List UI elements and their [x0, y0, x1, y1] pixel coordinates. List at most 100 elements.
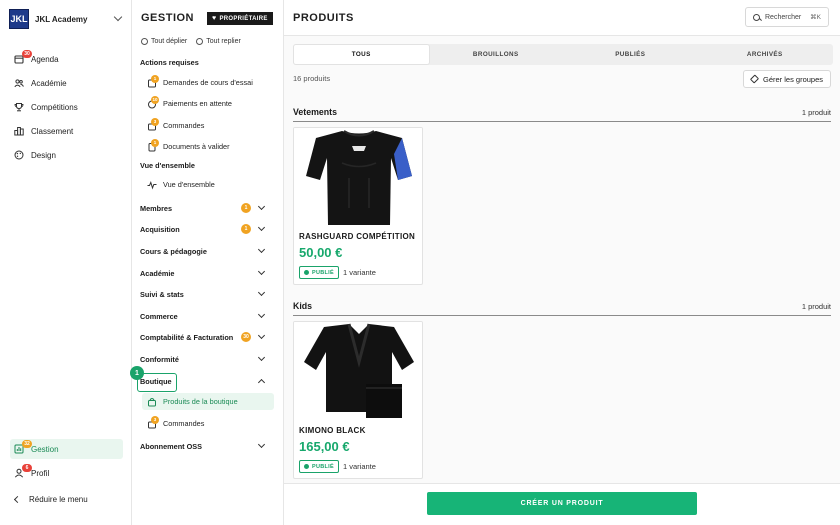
sidebar-item-label: Compétitions: [31, 102, 78, 112]
academy-logo: JKL: [9, 9, 29, 29]
tab-archives[interactable]: ARCHIVÉS: [698, 45, 833, 64]
action-item-documents[interactable]: 1 Documents à valider: [147, 138, 275, 155]
search-button[interactable]: Rechercher ⌘K: [745, 7, 829, 27]
action-item-trial-requests[interactable]: 1 Demandes de cours d'essai: [147, 74, 275, 91]
boutique-item-commandes[interactable]: 3 Commandes: [147, 415, 275, 432]
ranking-icon: [14, 126, 24, 136]
tab-brouillons[interactable]: BROUILLONS: [429, 45, 564, 64]
overview-label: Vue d'ensemble: [163, 180, 215, 189]
action-item-orders[interactable]: 3 Commandes: [147, 117, 275, 134]
profil-badge: 6: [22, 464, 32, 472]
section-comptabilite[interactable]: Comptabilité & Facturation 30: [140, 330, 270, 344]
action-label: Demandes de cours d'essai: [163, 78, 253, 87]
section-label: Comptabilité & Facturation: [140, 332, 234, 342]
search-shortcut: ⌘K: [810, 14, 821, 21]
product-variants: 1 variante: [343, 462, 376, 471]
chart-icon: 32: [14, 440, 32, 454]
boutique-item-produits[interactable]: Produits de la boutique: [142, 393, 274, 410]
shopping-bag-icon: [147, 397, 157, 407]
section-label: Suivi & stats: [140, 289, 184, 299]
category-title: Vetements: [293, 107, 338, 117]
status-label: PUBLIÉ: [312, 463, 334, 470]
chevron-down-icon: [257, 288, 266, 297]
section-commerce[interactable]: Commerce: [140, 309, 270, 323]
sidebar-item-label: Profil: [31, 468, 50, 478]
chevron-up-icon: [257, 378, 266, 387]
sidebar-item-label: Académie: [31, 78, 67, 88]
panel-title: GESTION: [141, 12, 195, 24]
sidebar-item-gestion[interactable]: 32 Gestion: [10, 439, 123, 459]
expand-all-button[interactable]: Tout déplier: [141, 38, 187, 45]
product-card[interactable]: KIMONO BLACK 165,00 € PUBLIÉ 1 variante: [293, 321, 423, 479]
sidebar-item-label: Gestion: [31, 444, 59, 454]
section-label: Commerce: [140, 311, 178, 321]
collapse-icon: [196, 38, 204, 45]
section-suivi[interactable]: Suivi & stats: [140, 287, 270, 301]
gestion-panel: GESTION ♥ PROPRIÉTAIRE Tout déplier Tout…: [132, 0, 284, 525]
manage-groups-button[interactable]: Gérer les groupes: [743, 70, 831, 88]
status-dot-icon: [304, 270, 309, 275]
search-label: Rechercher: [765, 13, 802, 21]
step-marker: 1: [130, 366, 144, 380]
trophy-icon: [14, 102, 24, 112]
overview-item[interactable]: Vue d'ensemble: [147, 176, 275, 193]
sidebar-item-agenda[interactable]: 30 Agenda: [10, 49, 123, 69]
owner-badge-label: PROPRIÉTAIRE: [219, 15, 268, 22]
collapse-menu-label: Réduire le menu: [29, 495, 88, 504]
orders-icon: 3: [147, 415, 159, 429]
expand-icon: [141, 38, 148, 45]
academy-switcher[interactable]: JKL JKL Academy: [9, 9, 129, 29]
product-name: KIMONO BLACK: [299, 426, 366, 435]
create-product-button[interactable]: CRÉER UN PRODUIT: [427, 492, 697, 515]
chevron-down-icon: [257, 440, 266, 449]
section-conformite[interactable]: Conformité: [140, 352, 270, 366]
collapse-menu-button[interactable]: Réduire le menu: [12, 495, 88, 504]
sidebar-item-academie[interactable]: Académie: [10, 73, 123, 93]
status-badge: PUBLIÉ: [299, 460, 339, 473]
category-title: Kids: [293, 301, 313, 311]
section-membres[interactable]: Membres 1: [140, 201, 270, 215]
action-label: Documents à valider: [163, 142, 230, 151]
academy-name: JKL Academy: [35, 14, 88, 24]
section-cours[interactable]: Cours & pédagogie: [140, 244, 270, 258]
sidebar-item-label: Agenda: [31, 54, 59, 64]
tab-tous[interactable]: TOUS: [294, 45, 429, 64]
category-divider: [293, 121, 831, 122]
product-price: 165,00 €: [299, 439, 350, 454]
sidebar-item-label: Classement: [31, 126, 74, 136]
section-acquisition[interactable]: Acquisition 1: [140, 222, 270, 236]
search-icon: [753, 13, 760, 21]
section-label: Conformité: [140, 354, 179, 364]
chevron-left-icon: [13, 495, 22, 504]
chevron-down-icon: [257, 223, 266, 232]
section-academie[interactable]: Académie: [140, 266, 270, 280]
main-header: PRODUITS Rechercher ⌘K: [284, 0, 840, 36]
chevron-down-icon: [113, 12, 123, 22]
action-item-pending-payments[interactable]: 10 Paiements en attente: [147, 95, 275, 112]
action-badge: 1: [151, 74, 159, 83]
collapse-all-button[interactable]: Tout replier: [196, 38, 241, 45]
section-label: Cours & pédagogie: [140, 246, 207, 256]
section-abonnement[interactable]: Abonnement OSS: [140, 439, 270, 453]
product-image-rashguard: [294, 128, 422, 225]
action-badge: 1: [151, 138, 159, 147]
action-label: Paiements en attente: [163, 99, 232, 108]
heart-icon: ♥: [212, 15, 217, 22]
payment-icon: 10: [147, 95, 159, 109]
product-price: 50,00 €: [299, 245, 343, 260]
category-count: 1 produit: [801, 302, 831, 311]
chevron-down-icon: [257, 310, 266, 319]
status-badge: PUBLIÉ: [299, 266, 339, 279]
status-dot-icon: [304, 464, 309, 469]
product-count: 16 produits: [293, 74, 331, 83]
tab-publies[interactable]: PUBLIÉS: [563, 45, 698, 64]
product-variants: 1 variante: [343, 268, 376, 277]
main-sidebar: JKL JKL Academy 30 Agenda Académie Compé…: [0, 0, 132, 525]
sidebar-item-profil[interactable]: 6 Profil: [10, 463, 123, 483]
sidebar-item-classement[interactable]: Classement: [10, 121, 123, 141]
tag-icon: [749, 74, 760, 84]
sidebar-item-competitions[interactable]: Compétitions: [10, 97, 123, 117]
action-label: Commandes: [163, 121, 205, 130]
sidebar-item-design[interactable]: Design: [10, 145, 123, 165]
product-card[interactable]: RASHGUARD COMPÉTITION 50,00 € PUBLIÉ 1 v…: [293, 127, 423, 285]
